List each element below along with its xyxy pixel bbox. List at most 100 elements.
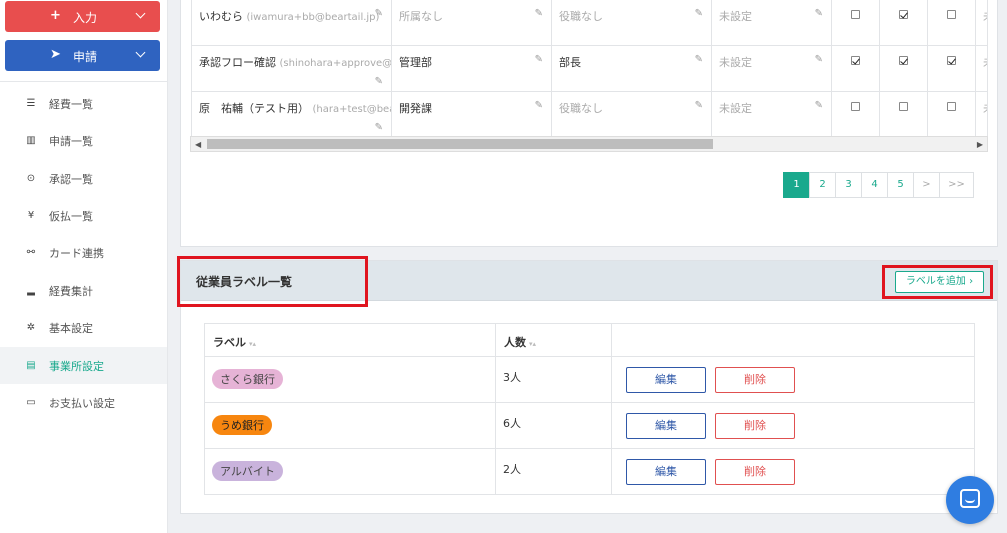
user-name-cell[interactable]: いわむら (iwamura+bb@beartail.jp) ✎ (191, 0, 392, 46)
sidebar-item-approvals[interactable]: ⊙ 承認一覧 (0, 160, 167, 197)
user-name-cell[interactable]: 承認フロー確認 (shinohara+approve@bea ✎ (191, 45, 392, 92)
labels-table: ラベル ▾▴ 人数 ▾▴ さくら銀行 3人 編集 削除 うめ銀行 6人 編集 削除 アル… (204, 323, 975, 495)
scroll-left-icon[interactable]: ◀ (195, 140, 201, 149)
pencil-icon[interactable]: ✎ (535, 54, 543, 65)
user-name-cell[interactable]: 原 祐輔（テスト用） (hara+test@bear ✎ (191, 91, 392, 138)
pencil-icon[interactable]: ✎ (815, 100, 823, 111)
delete-button[interactable]: 削除 (715, 367, 795, 393)
checkbox[interactable] (851, 102, 860, 111)
pencil-icon[interactable]: ✎ (375, 122, 383, 133)
pencil-icon[interactable]: ✎ (535, 100, 543, 111)
sidebar-item-label: 申請一覧 (49, 134, 93, 148)
last-page-button[interactable]: >> (939, 172, 974, 198)
checkbox-cell (927, 91, 976, 138)
pencil-icon[interactable]: ✎ (375, 8, 383, 19)
checkbox[interactable] (851, 10, 860, 19)
setting-cell[interactable]: 未設定 ✎ (711, 0, 832, 46)
count-value: 2人 (503, 463, 521, 476)
pencil-icon[interactable]: ✎ (815, 54, 823, 65)
column-header-label[interactable]: ラベル ▾▴ (204, 323, 496, 357)
position-value: 役職なし (559, 10, 603, 23)
input-button[interactable]: + 入力 (5, 1, 160, 32)
department-cell[interactable]: 所属なし ✎ (391, 0, 552, 46)
sort-icon[interactable]: ▾▴ (249, 340, 256, 348)
checkbox-cell (879, 0, 928, 46)
sidebar-item-applications[interactable]: ▥ 申請一覧 (0, 122, 167, 159)
sidebar-item-label: 承認一覧 (49, 172, 93, 186)
pencil-icon[interactable]: ✎ (695, 54, 703, 65)
setting-cell[interactable]: 未設定 ✎ (711, 45, 832, 92)
sidebar-item-office-settings[interactable]: ▤ 事業所設定 (0, 347, 167, 384)
chat-launcher-button[interactable] (946, 476, 994, 524)
chevron-down-icon (135, 47, 146, 58)
scroll-right-icon[interactable]: ▶ (977, 140, 983, 149)
edit-button[interactable]: 編集 (626, 367, 706, 393)
column-header-actions (611, 323, 975, 357)
actions-cell: 編集 削除 (611, 448, 975, 495)
checkbox[interactable] (899, 56, 908, 65)
check-circle-icon: ⊙ (26, 173, 36, 184)
delete-button[interactable]: 削除 (715, 413, 795, 439)
label-badge: アルバイト (212, 461, 283, 481)
signal-icon: ▂ (27, 285, 35, 296)
highlight-box (882, 265, 993, 299)
count-cell: 2人 (495, 448, 612, 495)
yen-icon: ¥ (27, 210, 35, 221)
department-cell[interactable]: 開発課 ✎ (391, 91, 552, 138)
pencil-icon[interactable]: ✎ (815, 8, 823, 19)
checkbox[interactable] (899, 10, 908, 19)
pencil-icon[interactable]: ✎ (535, 8, 543, 19)
pencil-icon[interactable]: ✎ (695, 8, 703, 19)
column-header-count[interactable]: 人数 ▾▴ (495, 323, 612, 357)
sidebar-item-advances[interactable]: ¥ 仮払一覧 (0, 197, 167, 234)
table-row: さくら銀行 3人 編集 削除 (204, 356, 975, 403)
sidebar-item-payment-settings[interactable]: ▭ お支払い設定 (0, 384, 167, 421)
table-header-row: ラベル ▾▴ 人数 ▾▴ (204, 323, 975, 357)
next-page-button[interactable]: > (913, 172, 940, 198)
checkbox[interactable] (947, 10, 956, 19)
position-cell[interactable]: 役職なし ✎ (551, 0, 712, 46)
input-button-label: 入力 (73, 11, 98, 25)
checkbox-cell (831, 91, 880, 138)
pencil-icon[interactable]: ✎ (375, 76, 383, 87)
sort-icon[interactable]: ▾▴ (529, 340, 536, 348)
sidebar-item-expense-summary[interactable]: ▂ 経費集計 (0, 272, 167, 309)
scrollbar-thumb[interactable] (207, 139, 713, 149)
checkbox-cell (879, 45, 928, 92)
sidebar-item-basic-settings[interactable]: ✲ 基本設定 (0, 309, 167, 346)
table-row: いわむら (iwamura+bb@beartail.jp) ✎ 所属なし ✎ 役職… (191, 0, 988, 46)
user-name: 原 祐輔（テスト用） (199, 102, 309, 115)
horizontal-scrollbar[interactable]: ◀ ▶ (190, 136, 988, 152)
department-value: 管理部 (399, 56, 432, 69)
position-cell[interactable]: 役職なし ✎ (551, 91, 712, 138)
checkbox-cell (831, 45, 880, 92)
apply-button[interactable]: ➤ 申請 (5, 40, 160, 71)
setting-cell[interactable]: 未設定 ✎ (711, 91, 832, 138)
page-button[interactable]: 1 (783, 172, 810, 198)
page-button[interactable]: 5 (887, 172, 914, 198)
edit-button[interactable]: 編集 (626, 459, 706, 485)
edit-button[interactable]: 編集 (626, 413, 706, 439)
user-name: 承認フロー確認 (199, 56, 276, 69)
checkbox[interactable] (851, 56, 860, 65)
sidebar-item-label: 仮払一覧 (49, 209, 93, 223)
page-button[interactable]: 4 (861, 172, 888, 198)
delete-button[interactable]: 削除 (715, 459, 795, 485)
checkbox[interactable] (899, 102, 908, 111)
sidebar-divider (0, 81, 167, 82)
sidebar-item-label: 経費集計 (49, 284, 93, 298)
page-button[interactable]: 2 (809, 172, 836, 198)
page-button[interactable]: 3 (835, 172, 862, 198)
checkbox[interactable] (947, 102, 956, 111)
position-cell[interactable]: 部長 ✎ (551, 45, 712, 92)
sidebar-item-label: 経費一覧 (49, 97, 93, 111)
position-value: 役職なし (559, 102, 603, 115)
user-email: (hara+test@bear (312, 104, 392, 115)
sidebar-item-card-link[interactable]: ⚯ カード連携 (0, 234, 167, 271)
sidebar-item-expenses[interactable]: ☰ 経費一覧 (0, 85, 167, 122)
table-row: 原 祐輔（テスト用） (hara+test@bear ✎ 開発課 ✎ 役職なし ✎ … (191, 91, 988, 138)
checkbox[interactable] (947, 56, 956, 65)
pencil-icon[interactable]: ✎ (695, 100, 703, 111)
checkbox-cell (879, 91, 928, 138)
department-cell[interactable]: 管理部 ✎ (391, 45, 552, 92)
